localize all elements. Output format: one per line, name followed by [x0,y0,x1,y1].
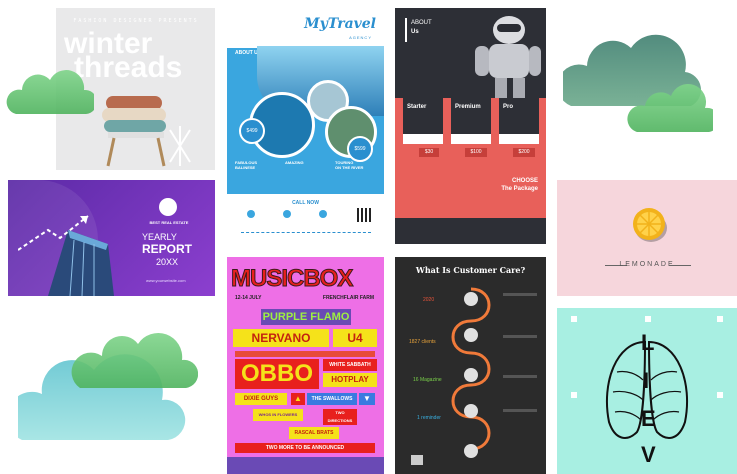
template-lemonade[interactable]: LEMONADE [557,180,737,296]
arrow-up-icon: ▲ [291,393,305,405]
mail-icon [283,210,291,218]
about-title-line1: ABOUT [411,20,432,26]
cloud-decoration-green-dark [563,34,713,132]
plan-name: Premium [455,104,481,110]
act-purple-flamo: PURPLE FLAMO [261,309,351,325]
act-announce: TWO MORE TO BE ANNOUNCED [235,443,375,453]
selection-handle[interactable] [571,392,577,398]
template-about-us[interactable]: ABOUT Us Starter Premium Pro $30 $100 $2… [395,8,546,244]
template-customer-care[interactable]: What Is Customer Care? 2020 1827 clients… [395,257,546,474]
act-two-directions: TWO DIRECTIONS [323,409,357,425]
report-line2: REPORT [142,242,193,256]
cloud-decoration-blue [18,332,198,440]
act-u4: U4 [333,329,377,347]
wings-letter: E [641,406,656,431]
house-logo-icon [159,198,177,216]
act-whos-in-flowers: WHOS IN FLOWERS [253,409,303,421]
act-white-sabbath: WHITE SABBATH [323,359,377,371]
building-photo [18,215,114,296]
plan-name: Pro [503,104,514,110]
travel-call-now: CALL NOW [292,200,319,206]
wings-letter: I [643,368,650,393]
snowflake-icon [169,126,191,166]
travel-price-badge-2: $599 [347,136,373,162]
qr-code-icon [357,208,371,222]
template-musicbox[interactable]: MUSICBOX 12-14 JULY FRENCHFLAIR FARM PUR… [227,257,384,474]
act-hotplay: HOTPLAY [323,373,377,387]
music-dates: 12-14 JULY [235,295,262,301]
report-line3: 20XX [156,257,179,267]
cloud-decoration-green [6,70,94,114]
phone-icon [247,210,255,218]
travel-col-3: TOURING ON THE RIVER [335,160,364,170]
care-item: 2020 [423,297,435,303]
care-item: 16 Magazine [413,377,442,383]
music-venue: FRENCHFLAIR FARM [322,295,374,301]
report-brand: BEST REAL ESTATE [149,220,189,225]
wings-letter: V [641,442,656,467]
report-line1: YEARLY [142,232,177,242]
act-obbo: OBBO [235,359,319,389]
selection-handle[interactable] [571,316,577,322]
act-dixie-guys: DIXIE GUYS [235,393,287,405]
robot-illustration [475,16,541,98]
care-timeline [451,287,491,458]
music-title: MUSICBOX [230,265,353,293]
travel-col-1: FABULOUS BALINESE [235,160,257,170]
lemon-slice-illustration [633,208,667,242]
report-url: www.yourwebsite.com [146,278,186,283]
care-item: 1 reminder [417,415,441,421]
web-icon [319,210,327,218]
arrow-down-icon: ▼ [359,393,375,405]
about-choose-1: CHOOSE [511,178,538,184]
selection-handle[interactable] [717,316,723,322]
winter-subtitle: FASHION DESIGNER PRESENTS [73,18,199,24]
care-item: 1827 clients [409,339,436,345]
plan-name: Starter [407,104,427,110]
template-wings[interactable]: L I E V [557,308,737,474]
plan-price-button[interactable]: $100 [465,148,487,157]
travel-brand: MyTravel [304,16,376,32]
template-yearly-report[interactable]: BEST REAL ESTATE YEARLY REPORT 20XX www.… [8,180,215,296]
act-the-swallows: THE SWALLOWS [307,393,357,405]
travel-col-2: AMAZING [285,160,304,165]
act-nervano: NERVANO [233,329,329,347]
knit-stack-illustration [102,96,191,167]
travel-price-badge-1: $499 [239,118,265,144]
care-title: What Is Customer Care? [415,265,526,275]
house-icon [411,455,423,465]
about-title-line2: Us [411,29,419,35]
plan-price-button[interactable]: $30 [419,148,439,157]
travel-brand-sub: AGENCY [349,35,372,40]
selection-handle[interactable] [717,392,723,398]
template-mytravel[interactable]: MyTravel AGENCY ABOUT US $499 $599 FABUL… [227,8,384,244]
wings-letter: L [641,330,655,355]
plan-price-button[interactable]: $200 [513,148,535,157]
act-rascal-brats: RASCAL BRATS [289,427,339,439]
lemonade-label: LEMONADE [619,261,675,268]
selection-handle[interactable] [645,316,651,322]
about-choose-2: The Package [501,186,538,192]
